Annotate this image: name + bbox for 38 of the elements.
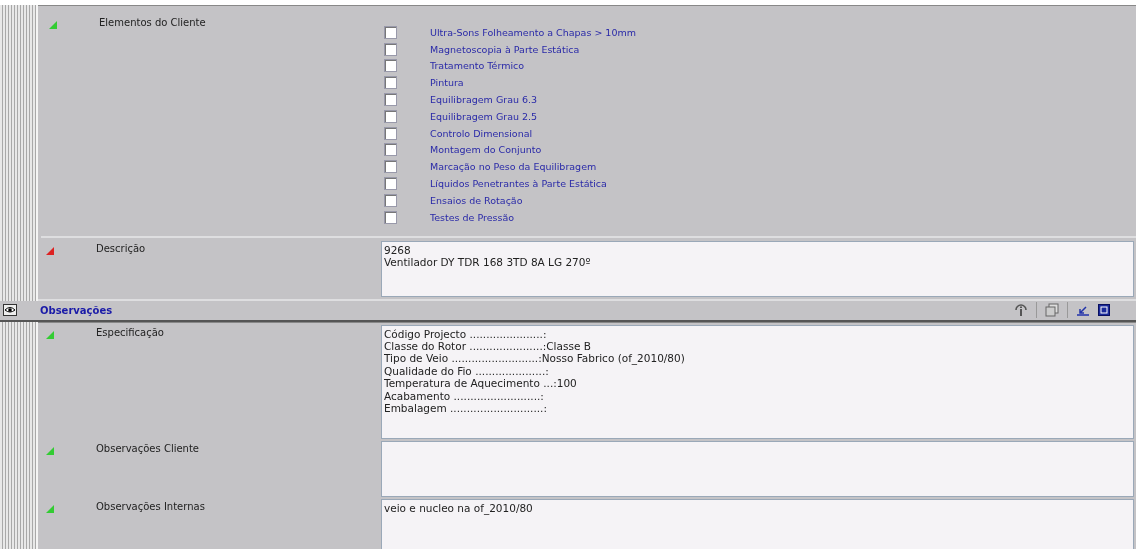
field-label: Observações Internas — [96, 500, 206, 513]
text-area[interactable]: 9268 Ventilador DY TDR 168 3TD 8A LG 270º — [381, 240, 1134, 297]
checkbox[interactable] — [384, 160, 397, 174]
section-title: Observações — [40, 304, 113, 316]
checkbox[interactable] — [384, 210, 397, 224]
option-label[interactable]: Magnetoscopia à Parte Estática — [430, 43, 580, 55]
checkbox[interactable] — [384, 25, 397, 39]
option-label[interactable]: Ultra-Sons Folheamento a Chapas > 10mm — [430, 26, 636, 38]
checkbox[interactable] — [384, 126, 397, 140]
maximize-icon[interactable] — [1098, 304, 1110, 317]
text-area[interactable]: veio e nucleo na of_2010/80 — [381, 499, 1134, 549]
checkbox[interactable] — [384, 143, 397, 157]
option-label[interactable]: Controlo Dimensional — [430, 127, 533, 139]
text-area[interactable]: Código Projecto ......................: Classe do Rotor ......................:Classe B Tipo de Veio ..........................:Nosso Fabrico (of_2010/80) Qualidade do Fio .....................: Temperatura de Aquecimento ...:100 Acabamento ..........................: Embalagem ............................: — [381, 324, 1134, 440]
checkbox[interactable] — [384, 76, 397, 90]
checkbox[interactable] — [384, 193, 397, 207]
option-label[interactable]: Testes de Pressão — [430, 211, 515, 223]
field-label: Descrição — [96, 241, 147, 254]
info-icon[interactable] — [1014, 303, 1028, 318]
option-label[interactable]: Equilibragem Grau 6.3 — [430, 94, 538, 106]
option-label[interactable]: Pintura — [430, 77, 464, 89]
option-label[interactable]: Ensaios de Rotação — [430, 194, 523, 206]
field-label: Especificação — [96, 325, 165, 338]
checkbox[interactable] — [384, 177, 397, 191]
field-label: Observações Cliente — [96, 442, 200, 455]
checkbox[interactable] — [384, 93, 397, 107]
checkbox[interactable] — [384, 42, 397, 56]
option-label[interactable]: Líquidos Penetrantes à Parte Estática — [430, 178, 607, 190]
windows-icon[interactable] — [1045, 303, 1059, 318]
option-label[interactable]: Marcação no Peso da Equilibragem — [430, 161, 597, 173]
option-label[interactable]: Montagem do Conjunto — [430, 144, 542, 156]
checkbox[interactable] — [384, 109, 397, 123]
option-label[interactable]: Tratamento Térmico — [430, 60, 525, 72]
checkbox[interactable] — [384, 59, 397, 73]
arrow-icon[interactable] — [1076, 303, 1090, 318]
eye-icon[interactable] — [3, 304, 17, 317]
option-label[interactable]: Equilibragem Grau 2.5 — [430, 110, 538, 122]
field-label: Elementos do Cliente — [99, 16, 207, 28]
